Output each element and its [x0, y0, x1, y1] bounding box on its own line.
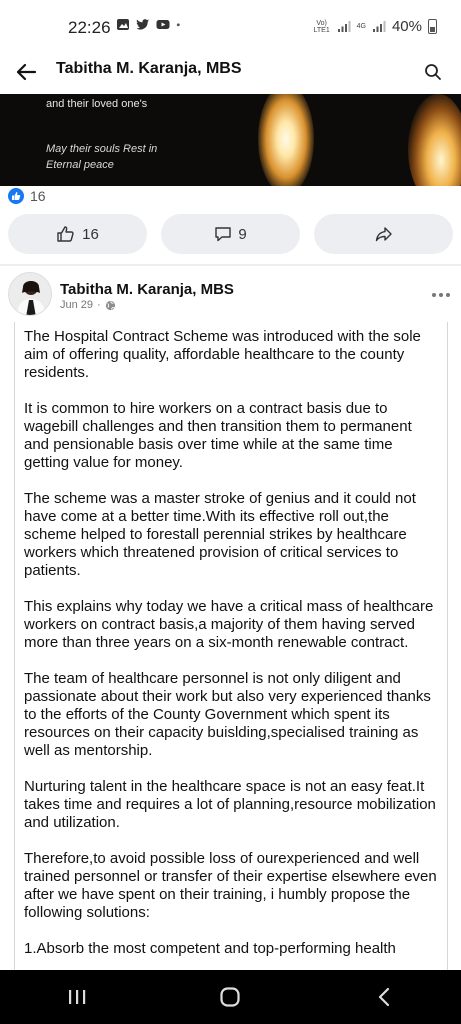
post-paragraph: The team of healthcare personnel is not …: [24, 670, 431, 759]
like-reaction-icon: [8, 188, 24, 204]
youtube-icon: [156, 20, 170, 29]
search-icon: [425, 64, 441, 80]
signal-icon-2: [372, 21, 386, 32]
comment-icon: [215, 227, 232, 242]
comment-button[interactable]: 9: [161, 214, 300, 254]
thumbs-up-icon: [57, 226, 74, 242]
image-text-line2: May their souls Rest in Eternal peace: [46, 143, 158, 171]
gallery-icon: [117, 19, 129, 30]
comment-count: 9: [238, 225, 247, 243]
like-button[interactable]: 16: [8, 214, 147, 254]
search-button[interactable]: [419, 58, 447, 86]
reaction-count: 16: [30, 188, 46, 204]
post-paragraph: 1.Absorb the most competent and top-perf…: [24, 940, 396, 957]
more-options-button[interactable]: [431, 282, 451, 303]
post-image[interactable]: and their loved one's May their souls Re…: [0, 94, 461, 186]
post-meta: Jun 29 ·: [60, 299, 116, 311]
dot-icon: [176, 23, 180, 27]
back-arrow-icon: [16, 63, 37, 81]
battery-percent: 40%: [391, 18, 422, 35]
twitter-icon: [136, 19, 149, 30]
post-date[interactable]: Jun 29: [60, 299, 93, 311]
post-paragraph: The scheme was a master stroke of genius…: [24, 490, 416, 579]
signal-icon: [337, 21, 351, 32]
home-icon: [220, 987, 241, 1007]
meta-separator: ·: [97, 299, 101, 311]
status-right: Vo) LTE1 4G 40%: [313, 18, 437, 35]
app-header: Tabitha M. Karanja, MBS: [0, 50, 461, 94]
chevron-left-icon: [379, 987, 390, 1007]
recent-apps-icon: [68, 990, 86, 1004]
avatar[interactable]: [8, 272, 52, 316]
post-paragraph: Nurturing talent in the healthcare space…: [24, 778, 436, 831]
page-title: Tabitha M. Karanja, MBS: [56, 60, 242, 77]
network-label-4g: 4G: [356, 23, 366, 30]
post-divider: [0, 264, 461, 266]
network-label: Vo) LTE1: [313, 19, 330, 34]
globe-icon: [105, 300, 115, 310]
system-nav-bar: [0, 970, 461, 1024]
reaction-summary[interactable]: 16: [8, 188, 46, 204]
battery-icon: [428, 19, 437, 34]
candle-flame: [258, 94, 314, 186]
status-time: 22:26: [68, 18, 111, 37]
home-button[interactable]: [200, 977, 260, 1017]
post-paragraph: Therefore,to avoid possible loss of oure…: [24, 850, 437, 921]
like-count: 16: [82, 225, 99, 243]
action-bar: 16 9: [8, 214, 454, 254]
candle-flame-2: [408, 94, 461, 186]
post-paragraph: This explains why today we have a critic…: [24, 598, 434, 651]
post-paragraph: It is common to hire workers on a contra…: [24, 400, 412, 471]
back-nav-button[interactable]: [354, 977, 414, 1017]
notification-icons: [116, 18, 184, 31]
share-button[interactable]: [314, 214, 453, 254]
share-icon: [375, 227, 392, 242]
back-button[interactable]: [12, 58, 40, 86]
post-body: The Hospital Contract Scheme was introdu…: [14, 322, 448, 970]
post-author[interactable]: Tabitha M. Karanja, MBS: [60, 281, 234, 298]
more-dots-icon: [432, 293, 450, 297]
recent-apps-button[interactable]: [47, 977, 107, 1017]
post-paragraph: The Hospital Contract Scheme was introdu…: [24, 328, 421, 381]
status-bar: 22:26 Vo) LTE1 4G 40%: [0, 0, 461, 50]
image-text-line1: and their loved one's: [46, 98, 148, 110]
